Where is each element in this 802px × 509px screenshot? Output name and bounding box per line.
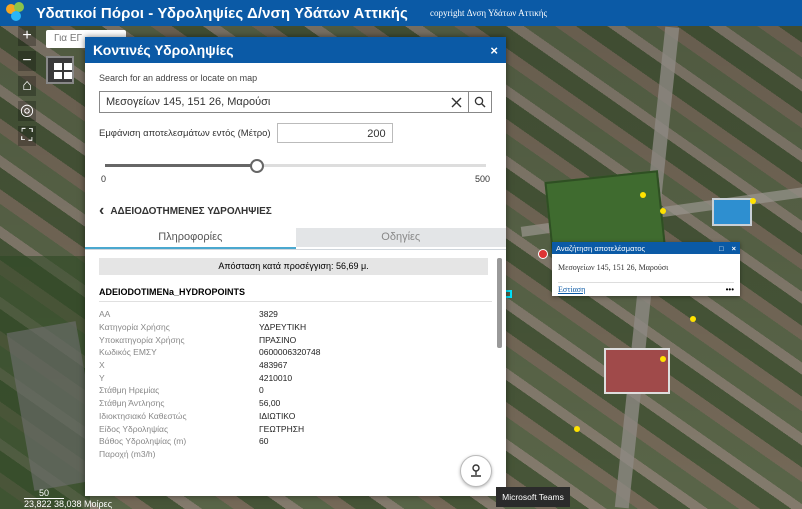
grid-icon [54, 63, 62, 70]
attribute-value: 483967 [259, 360, 288, 371]
hydropoint-marker[interactable] [690, 316, 696, 322]
copyright-text: copyright Δνση Υδάτων Αττικής [429, 8, 548, 18]
more-options-icon[interactable]: ••• [726, 285, 734, 294]
attribute-key: Y [99, 372, 105, 383]
attribute-key: Ιδιοκτησιακό Καθεστώς [99, 410, 187, 421]
attribute-row: ΑΑ 3829 [99, 308, 492, 321]
hydropoint-marker[interactable] [750, 198, 756, 204]
slider-min-label: 0 [101, 174, 107, 184]
fullscreen-button[interactable]: ⛶ [18, 126, 36, 146]
attribute-key: Κωδικός ΕΜΣΥ [99, 347, 157, 358]
popup-title: Αναζήτηση αποτελέσματος [556, 243, 646, 253]
slider-thumb[interactable] [250, 159, 265, 173]
search-button[interactable] [469, 91, 492, 113]
address-search-input[interactable]: Μεσογείων 145, 151 26, Μαρούσι [99, 91, 469, 113]
attribute-value: ΥΔΡΕΥΤΙΚΗ [259, 322, 307, 333]
attribute-key: Στάθμη Άντλησης [99, 398, 165, 409]
back-button[interactable]: ‹ ΑΔΕΙΟΔΟΤΗΜΕΝΕΣ ΥΔΡΟΛΗΨΙΕΣ [99, 202, 492, 220]
attribute-key: Στάθμη Ηρεμίας [99, 385, 160, 396]
directions-button[interactable] [460, 455, 492, 487]
attribute-value: 0600006320748 [259, 347, 321, 358]
hydropoint-marker[interactable] [574, 426, 580, 432]
chevron-left-icon: ‹ [99, 202, 105, 219]
back-label: ΑΔΕΙΟΔΟΤΗΜΕΝΕΣ ΥΔΡΟΛΗΨΙΕΣ [110, 205, 272, 217]
attribute-row: Υποκατηγορία Χρήσης ΠΡΑΣΙΝΟ [99, 333, 492, 346]
attribute-row: Κατηγορία Χρήσης ΥΔΡΕΥΤΙΚΗ [99, 321, 492, 334]
layer-name: ADEIODOTIMENa_HYDROPOINTS [99, 287, 492, 302]
attribute-row: X 483967 [99, 359, 492, 372]
attribute-key: ΑΑ [99, 309, 111, 320]
attribute-row: Στάθμη Άντλησης 56,00 [99, 397, 492, 410]
zoom-out-button[interactable]: − [18, 51, 36, 71]
attribute-value: 4210010 [259, 372, 293, 383]
panel-header: Κοντινές Υδροληψίες × [85, 37, 506, 63]
scale-bar: 50 [24, 488, 64, 499]
nearby-panel: Κοντινές Υδροληψίες × Search for an addr… [85, 37, 506, 496]
zoom-in-button[interactable]: + [18, 26, 36, 46]
close-icon[interactable]: × [732, 244, 736, 253]
hydropoint-marker[interactable] [660, 356, 666, 362]
maximize-icon[interactable]: □ [719, 244, 724, 253]
app-title: Υδατικοί Πόροι - Υδροληψίες Δ/νση Υδάτων… [36, 4, 408, 22]
widget-menu-button[interactable] [46, 56, 74, 84]
slider-fill [105, 164, 258, 167]
attribute-value: 3829 [259, 309, 278, 320]
map-toolbar: + − ⌂ ◎ ⛶ [18, 26, 36, 151]
address-value: Μεσογείων 145, 151 26, Μαρούσι [106, 96, 271, 108]
clear-icon[interactable] [451, 97, 462, 108]
search-label: Search for an address or locate on map [99, 73, 258, 83]
map-pool [712, 198, 752, 226]
app-header: Υδατικοί Πόροι - Υδροληψίες Δ/νση Υδάτων… [0, 0, 802, 26]
attribute-value: ΠΡΑΣΙΝΟ [259, 334, 297, 345]
attribute-row: Y 4210010 [99, 371, 492, 384]
home-button[interactable]: ⌂ [18, 76, 36, 96]
distance-label: Εμφάνιση αποτελεσμάτων εντός (Μέτρο) [99, 127, 271, 139]
zoom-to-link[interactable]: Εστίαση [558, 285, 585, 294]
attribute-key: X [99, 360, 105, 371]
tab-directions[interactable]: Οδηγίες [295, 228, 506, 247]
app-logo-icon [6, 2, 28, 24]
attribute-key: Παροχή (m3/h) [99, 448, 156, 459]
attribute-key: Κατηγορία Χρήσης [99, 322, 170, 333]
attribute-key: Βάθος Υδροληψίας (m) [99, 436, 187, 447]
attribute-value: 56,00 [259, 398, 281, 409]
taskbar-tooltip: Microsoft Teams [496, 487, 570, 507]
hydropoint-marker[interactable] [640, 192, 646, 198]
distance-slider[interactable] [99, 159, 492, 173]
search-result-popup: Αναζήτηση αποτελέσματος □ × Μεσογείων 14… [552, 242, 740, 296]
attribute-value: 0 [259, 385, 264, 396]
attribute-value: ΓΕΩΤΡΗΣΗ [259, 423, 305, 434]
attribute-row: Βάθος Υδροληψίας (m) 60 [99, 435, 492, 448]
attribute-row: Κωδικός ΕΜΣΥ 0600006320748 [99, 346, 492, 359]
coordinates-readout: 23,822 38,038 Μοίρες [24, 499, 113, 509]
locate-button[interactable]: ◎ [18, 101, 36, 121]
attribute-table: ΑΑ 3829 Κατηγορία Χρήσης ΥΔΡΕΥΤΙΚΗ Υποκατηγο… [99, 308, 492, 460]
attribute-row: Είδος Υδροληψίας ΓΕΩΤΡΗΣΗ [99, 422, 492, 435]
distance-readout: Απόσταση κατά προσέγγιση: 56,69 μ. [99, 258, 488, 275]
slider-max-label: 500 [474, 174, 490, 184]
route-icon [471, 464, 481, 477]
popup-address: Μεσογείων 145, 151 26, Μαρούσι [558, 263, 669, 272]
attribute-row: Ιδιοκτησιακό Καθεστώς ΙΔΙΩΤΙΚΟ [99, 410, 492, 423]
panel-title: Κοντινές Υδροληψίες [93, 42, 234, 58]
attribute-key: Υποκατηγορία Χρήσης [99, 334, 185, 345]
close-icon[interactable]: × [490, 43, 498, 58]
search-icon [474, 96, 486, 108]
scrollbar[interactable] [497, 258, 502, 348]
tab-info[interactable]: Πληροφορίες [85, 228, 296, 249]
attribute-key: Είδος Υδροληψίας [99, 423, 169, 434]
location-pin-icon[interactable] [538, 249, 548, 259]
map-court [604, 348, 670, 394]
attribute-value: 60 [259, 436, 269, 447]
attribute-row: Παροχή (m3/h) [99, 448, 492, 461]
distance-input[interactable]: 200 [276, 123, 393, 143]
panel-tabs: Πληροφορίες Οδηγίες [85, 228, 506, 250]
feature-details: Απόσταση κατά προσέγγιση: 56,69 μ. ADEIO… [85, 250, 506, 488]
attribute-value: ΙΔΙΩΤΙΚΟ [259, 410, 296, 421]
attribute-row: Στάθμη Ηρεμίας 0 [99, 384, 492, 397]
hydropoint-marker[interactable] [660, 208, 666, 214]
